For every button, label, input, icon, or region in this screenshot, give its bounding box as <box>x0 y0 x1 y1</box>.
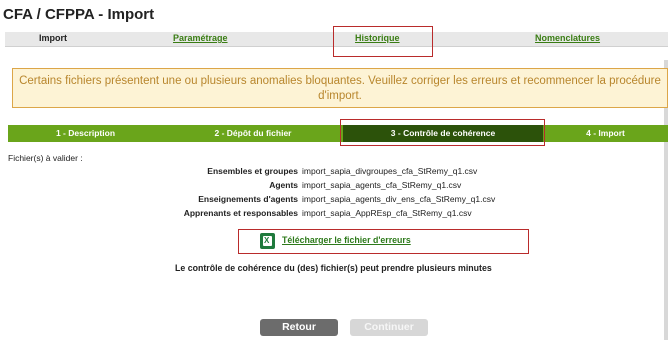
file-row: Agents import_sapia_agents_cfa_StRemy_q1… <box>0 180 668 192</box>
file-name: import_sapia_agents_cfa_StRemy_q1.csv <box>302 180 462 190</box>
main-tab-bar: Import Paramétrage Historique Nomenclatu… <box>5 32 668 47</box>
processing-info-text: Le contrôle de cohérence du (des) fichie… <box>175 263 492 273</box>
file-type-label: Enseignements d'agents <box>198 194 298 204</box>
tab-historique[interactable]: Historique <box>355 33 400 43</box>
file-name: import_sapia_AppREsp_cfa_StRemy_q1.csv <box>302 208 472 218</box>
wizard-step-description: 1 - Description <box>55 128 116 138</box>
back-button[interactable]: Retour <box>260 319 338 336</box>
download-errors-link[interactable]: Télécharger le fichier d'erreurs <box>282 235 411 245</box>
wizard-step-depot: 2 - Dépôt du fichier <box>214 128 292 138</box>
continue-button: Continuer <box>350 319 428 336</box>
file-row: Apprenants et responsables import_sapia_… <box>0 208 668 220</box>
error-alert: Certains fichiers présentent une ou plus… <box>12 68 668 108</box>
tab-nomenclatures[interactable]: Nomenclatures <box>535 33 600 43</box>
file-name: import_sapia_divgroupes_cfa_StRemy_q1.cs… <box>302 166 478 176</box>
page-title: CFA / CFPPA - Import <box>3 6 155 23</box>
tab-import[interactable]: Import <box>39 33 67 43</box>
wizard-step-controle: 3 - Contrôle de cohérence <box>343 125 543 142</box>
file-type-label: Agents <box>269 180 298 190</box>
file-type-label: Ensembles et groupes <box>207 166 298 176</box>
wizard-step-import: 4 - Import <box>586 128 625 138</box>
tab-parametrage[interactable]: Paramétrage <box>173 33 228 43</box>
wizard-steps: 1 - Description 2 - Dépôt du fichier 3 -… <box>8 125 668 142</box>
file-name: import_sapia_agents_div_ens_cfa_StRemy_q… <box>302 194 496 204</box>
file-row: Ensembles et groupes import_sapia_divgro… <box>0 166 668 178</box>
excel-file-icon[interactable] <box>260 233 275 249</box>
alert-message: Certains fichiers présentent une ou plus… <box>19 75 661 102</box>
files-label: Fichier(s) à valider : <box>8 153 83 163</box>
file-row: Enseignements d'agents import_sapia_agen… <box>0 194 668 206</box>
file-type-label: Apprenants et responsables <box>183 208 298 218</box>
